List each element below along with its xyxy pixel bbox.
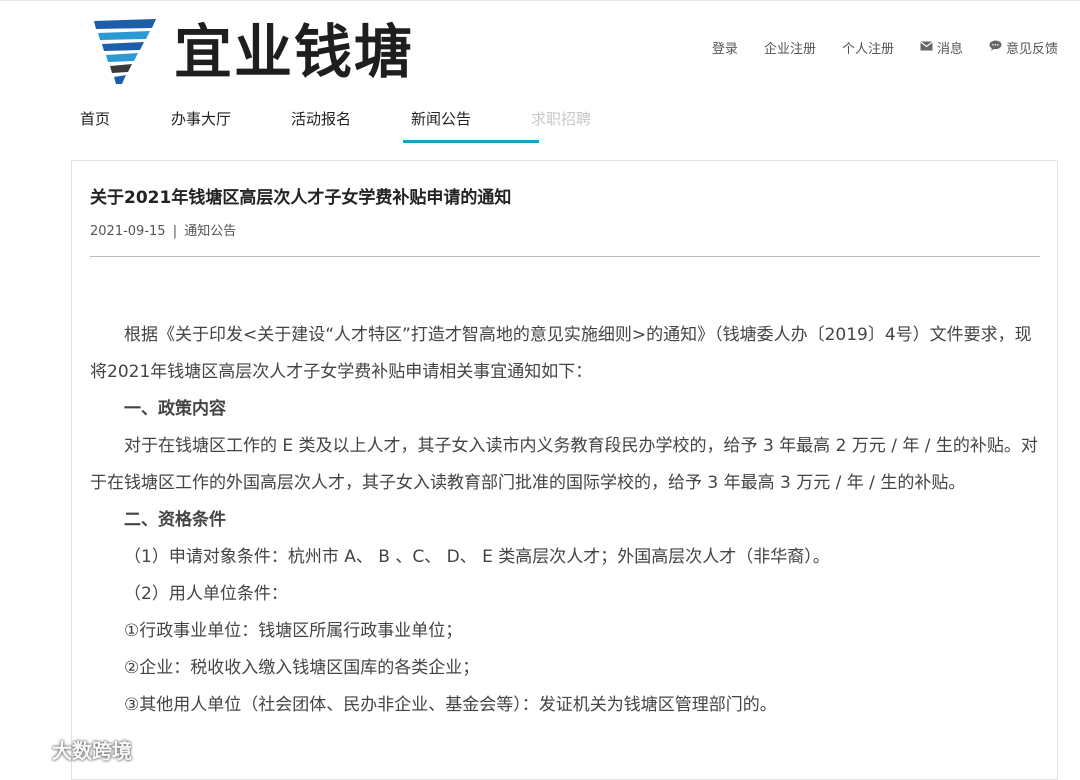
watermark-text: 大数跨境 <box>52 738 132 763</box>
paragraph-employer-conditions: （2）用人单位条件： <box>124 584 288 604</box>
nav-item-news-label: 新闻公告 <box>411 110 472 128</box>
article-date: 2021-09-15 <box>90 224 166 239</box>
login-link[interactable]: 登录 <box>712 38 738 57</box>
feedback-label: 意见反馈 <box>1005 42 1058 57</box>
paragraph-intro: 根据《关于印发<关于建设“人才特区”打造才智高地的意见实施细则>的通知》（钱塘委… <box>90 325 1032 382</box>
paragraph-employer-gov: ①行政事业单位：钱塘区所属行政事业单位； <box>124 621 463 641</box>
nav-item-news[interactable]: 新闻公告 <box>403 108 539 143</box>
article-meta: 2021-09-15 | 通知公告 <box>90 220 236 239</box>
nav-item-event-signup-label: 活动报名 <box>291 110 352 128</box>
envelope-icon <box>920 40 933 55</box>
site-logo[interactable]: 宜业钱塘 <box>92 16 422 88</box>
section-heading-eligibility: 二、资格条件 <box>124 510 226 530</box>
chat-bubble-icon <box>989 40 1002 55</box>
paragraph-policy: 对于在钱塘区工作的 E 类及以上人才，其子女入读市内义务教育段民办学校的，给予 … <box>90 436 1038 493</box>
article-category[interactable]: 通知公告 <box>184 224 236 239</box>
nav-item-jobs[interactable]: 求职招聘 <box>531 108 651 142</box>
logo-mark-icon <box>92 17 158 87</box>
nav-item-service-hall-label: 办事大厅 <box>171 110 232 128</box>
paragraph-employer-enterprise: ②企业：税收收入缴入钱塘区国库的各类企业； <box>124 658 480 678</box>
company-register-link[interactable]: 企业注册 <box>764 38 816 57</box>
weibo-icon <box>8 734 48 763</box>
nav-item-event-signup[interactable]: 活动报名 <box>291 108 411 142</box>
nav-item-jobs-label: 求职招聘 <box>531 110 592 128</box>
paragraph-applicant-conditions: （1）申请对象条件：杭州市 A、 B 、C、 D、 E 类高层次人才；外国高层次… <box>124 547 830 567</box>
meta-separator: | <box>172 224 178 239</box>
personal-register-link[interactable]: 个人注册 <box>842 38 894 57</box>
login-link-label: 登录 <box>711 42 738 57</box>
nav-item-service-hall[interactable]: 办事大厅 <box>171 108 291 142</box>
article-title: 关于2021年钱塘区高层次人才子女学费补贴申请的通知 <box>90 188 512 208</box>
top-border <box>0 0 1080 1</box>
nav-item-home-label: 首页 <box>80 110 111 128</box>
top-links: 登录 企业注册 个人注册 消息 意见反馈 <box>686 38 1058 57</box>
article-card: 关于2021年钱塘区高层次人才子女学费补贴申请的通知 2021-09-15 | … <box>71 160 1058 780</box>
logo-text: 宜业钱塘 <box>174 18 415 86</box>
title-divider <box>90 256 1040 257</box>
company-register-label: 企业注册 <box>763 42 816 57</box>
messages-label: 消息 <box>936 42 963 57</box>
main-nav: 首页 办事大厅 活动报名 新闻公告 求职招聘 <box>80 108 651 144</box>
watermark: 大数跨境 <box>8 734 132 764</box>
nav-item-home[interactable]: 首页 <box>80 108 171 142</box>
paragraph-employer-other: ③其他用人单位（社会团体、民办非企业、基金会等）：发证机关为钱塘区管理部门的。 <box>124 695 777 715</box>
section-heading-policy: 一、政策内容 <box>124 399 226 419</box>
article-body: 根据《关于印发<关于建设“人才特区”打造才智高地的意见实施细则>的通知》（钱塘委… <box>90 317 1040 724</box>
feedback-link[interactable]: 意见反馈 <box>989 38 1058 57</box>
messages-link[interactable]: 消息 <box>920 38 963 57</box>
personal-register-label: 个人注册 <box>841 42 894 57</box>
